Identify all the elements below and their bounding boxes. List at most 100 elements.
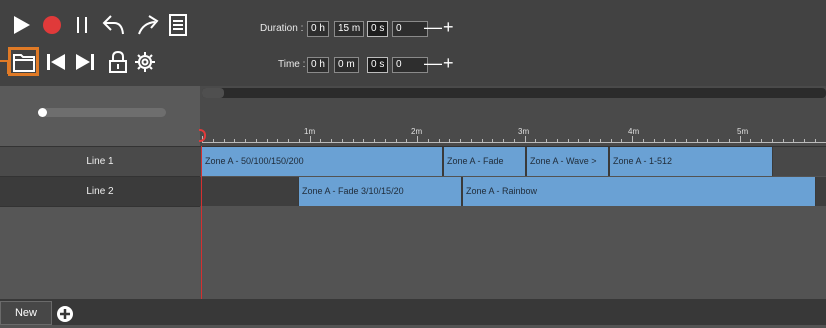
clip-line2-zone-a-rainbow[interactable]: Zone A - Rainbow — [462, 177, 816, 206]
ruler-major-tick — [525, 136, 526, 142]
ruler-minor-tick — [277, 139, 278, 142]
record-icon[interactable] — [42, 15, 62, 35]
ruler-minor-tick — [396, 139, 397, 142]
notes-icon[interactable] — [168, 13, 188, 37]
ruler-minor-tick — [353, 139, 354, 142]
ruler-minor-tick — [363, 139, 364, 142]
toolbar — [0, 0, 826, 86]
play-icon[interactable] — [12, 15, 32, 35]
tab-new[interactable]: New — [0, 301, 52, 325]
ruler-minor-tick — [299, 139, 300, 142]
ruler-major-tick — [417, 136, 418, 142]
ruler-minor-tick — [245, 139, 246, 142]
ruler-minor-tick — [568, 139, 569, 142]
redo-icon[interactable] — [137, 14, 161, 36]
ruler-minor-tick — [815, 139, 816, 142]
ruler-minor-tick — [492, 139, 493, 142]
ruler-minor-tick — [342, 139, 343, 142]
playhead-line — [201, 146, 202, 299]
ruler-minor-tick — [288, 139, 289, 142]
tick-label-1m: 1m — [304, 127, 316, 136]
duration-frames-field[interactable]: 0 — [392, 21, 428, 37]
lock-icon[interactable] — [108, 51, 128, 73]
tick-label-2m: 2m — [411, 127, 423, 136]
ruler-minor-tick — [267, 139, 268, 142]
settings-gear-icon[interactable] — [134, 51, 156, 73]
time-plus-button[interactable]: + — [443, 54, 454, 72]
ruler-major-tick — [632, 136, 633, 142]
ruler-minor-tick — [783, 139, 784, 142]
ruler-minor-tick — [643, 139, 644, 142]
ruler-minor-tick — [772, 139, 773, 142]
ruler-minor-tick — [600, 139, 601, 142]
time-label: Time : — [278, 59, 306, 70]
duration-seconds-field[interactable]: 0 s — [367, 21, 389, 37]
ruler-minor-tick — [589, 139, 590, 142]
ruler-minor-tick — [686, 139, 687, 142]
clip-line2-zone-a-fade[interactable]: Zone A - Fade 3/10/15/20 — [298, 177, 462, 206]
scrollbar-thumb[interactable] — [202, 88, 224, 98]
duration-label: Duration : — [260, 23, 304, 34]
ruler-minor-tick — [729, 139, 730, 142]
time-hours-field[interactable]: 0 h — [307, 57, 329, 73]
ruler-minor-tick — [406, 139, 407, 142]
ruler-minor-tick — [535, 139, 536, 142]
ruler-minor-tick — [471, 139, 472, 142]
time-seconds-field[interactable]: 0 s — [367, 57, 389, 73]
ruler-minor-tick — [697, 139, 698, 142]
track-list-empty-area — [0, 207, 200, 299]
add-tab-icon[interactable] — [56, 305, 74, 323]
ruler-minor-tick — [320, 139, 321, 142]
zoom-slider-handle[interactable] — [38, 108, 47, 117]
undo-icon[interactable] — [102, 14, 126, 36]
clip-line1-zone-a-wave[interactable]: Zone A - Wave > — [526, 147, 609, 176]
ruler-minor-tick — [675, 139, 676, 142]
clip-line1-zone-a-fade[interactable]: Zone A - Fade — [443, 147, 526, 176]
ruler-minor-tick — [750, 139, 751, 142]
ruler-minor-tick — [707, 139, 708, 142]
zoom-slider[interactable] — [38, 108, 166, 117]
pause-icon[interactable] — [74, 15, 90, 35]
ruler-minor-tick — [664, 139, 665, 142]
duration-plus-button[interactable]: + — [443, 18, 454, 36]
ruler-minor-tick — [557, 139, 558, 142]
skip-back-icon[interactable] — [45, 52, 67, 72]
clip-line1-zone-a-values[interactable]: Zone A - 50/100/150/200 — [201, 147, 443, 176]
clip-line1-zone-a-1-512[interactable]: Zone A - 1-512 — [609, 147, 773, 176]
tab-bar — [0, 299, 826, 325]
time-frames-field[interactable]: 0 — [392, 57, 428, 73]
ruler-minor-tick — [804, 139, 805, 142]
tick-label-5m: 5m — [737, 127, 749, 136]
ruler-minor-tick — [578, 139, 579, 142]
ruler-minor-tick — [611, 139, 612, 142]
ruler-minor-tick — [224, 139, 225, 142]
ruler-major-tick — [310, 136, 311, 142]
skip-forward-icon[interactable] — [74, 52, 96, 72]
duration-minus-button[interactable]: — — [424, 18, 442, 36]
ruler-minor-tick — [546, 139, 547, 142]
track-label-line-2[interactable]: Line 2 — [0, 177, 200, 207]
ruler-minor-tick — [256, 139, 257, 142]
time-minus-button[interactable]: — — [424, 54, 442, 72]
ruler-minor-tick — [374, 139, 375, 142]
ruler-minor-tick — [514, 139, 515, 142]
horizontal-scrollbar[interactable] — [202, 88, 826, 98]
ruler-minor-tick — [482, 139, 483, 142]
tick-label-4m: 4m — [628, 127, 640, 136]
callout-line — [0, 60, 9, 74]
ruler-major-tick — [740, 136, 741, 142]
ruler-minor-tick — [213, 139, 214, 142]
ruler-minor-tick — [385, 139, 386, 142]
ruler-minor-tick — [234, 139, 235, 142]
duration-minutes-field[interactable]: 15 m — [334, 21, 365, 37]
ruler-minor-tick — [460, 139, 461, 142]
highlight-box — [8, 47, 39, 76]
track-label-line-1[interactable]: Line 1 — [0, 147, 200, 177]
time-minutes-field[interactable]: 0 m — [334, 57, 359, 73]
ruler-minor-tick — [439, 139, 440, 142]
ruler-minor-tick — [621, 139, 622, 142]
duration-hours-field[interactable]: 0 h — [307, 21, 329, 37]
ruler-minor-tick — [718, 139, 719, 142]
ruler-minor-tick — [331, 139, 332, 142]
ruler-minor-tick — [503, 139, 504, 142]
